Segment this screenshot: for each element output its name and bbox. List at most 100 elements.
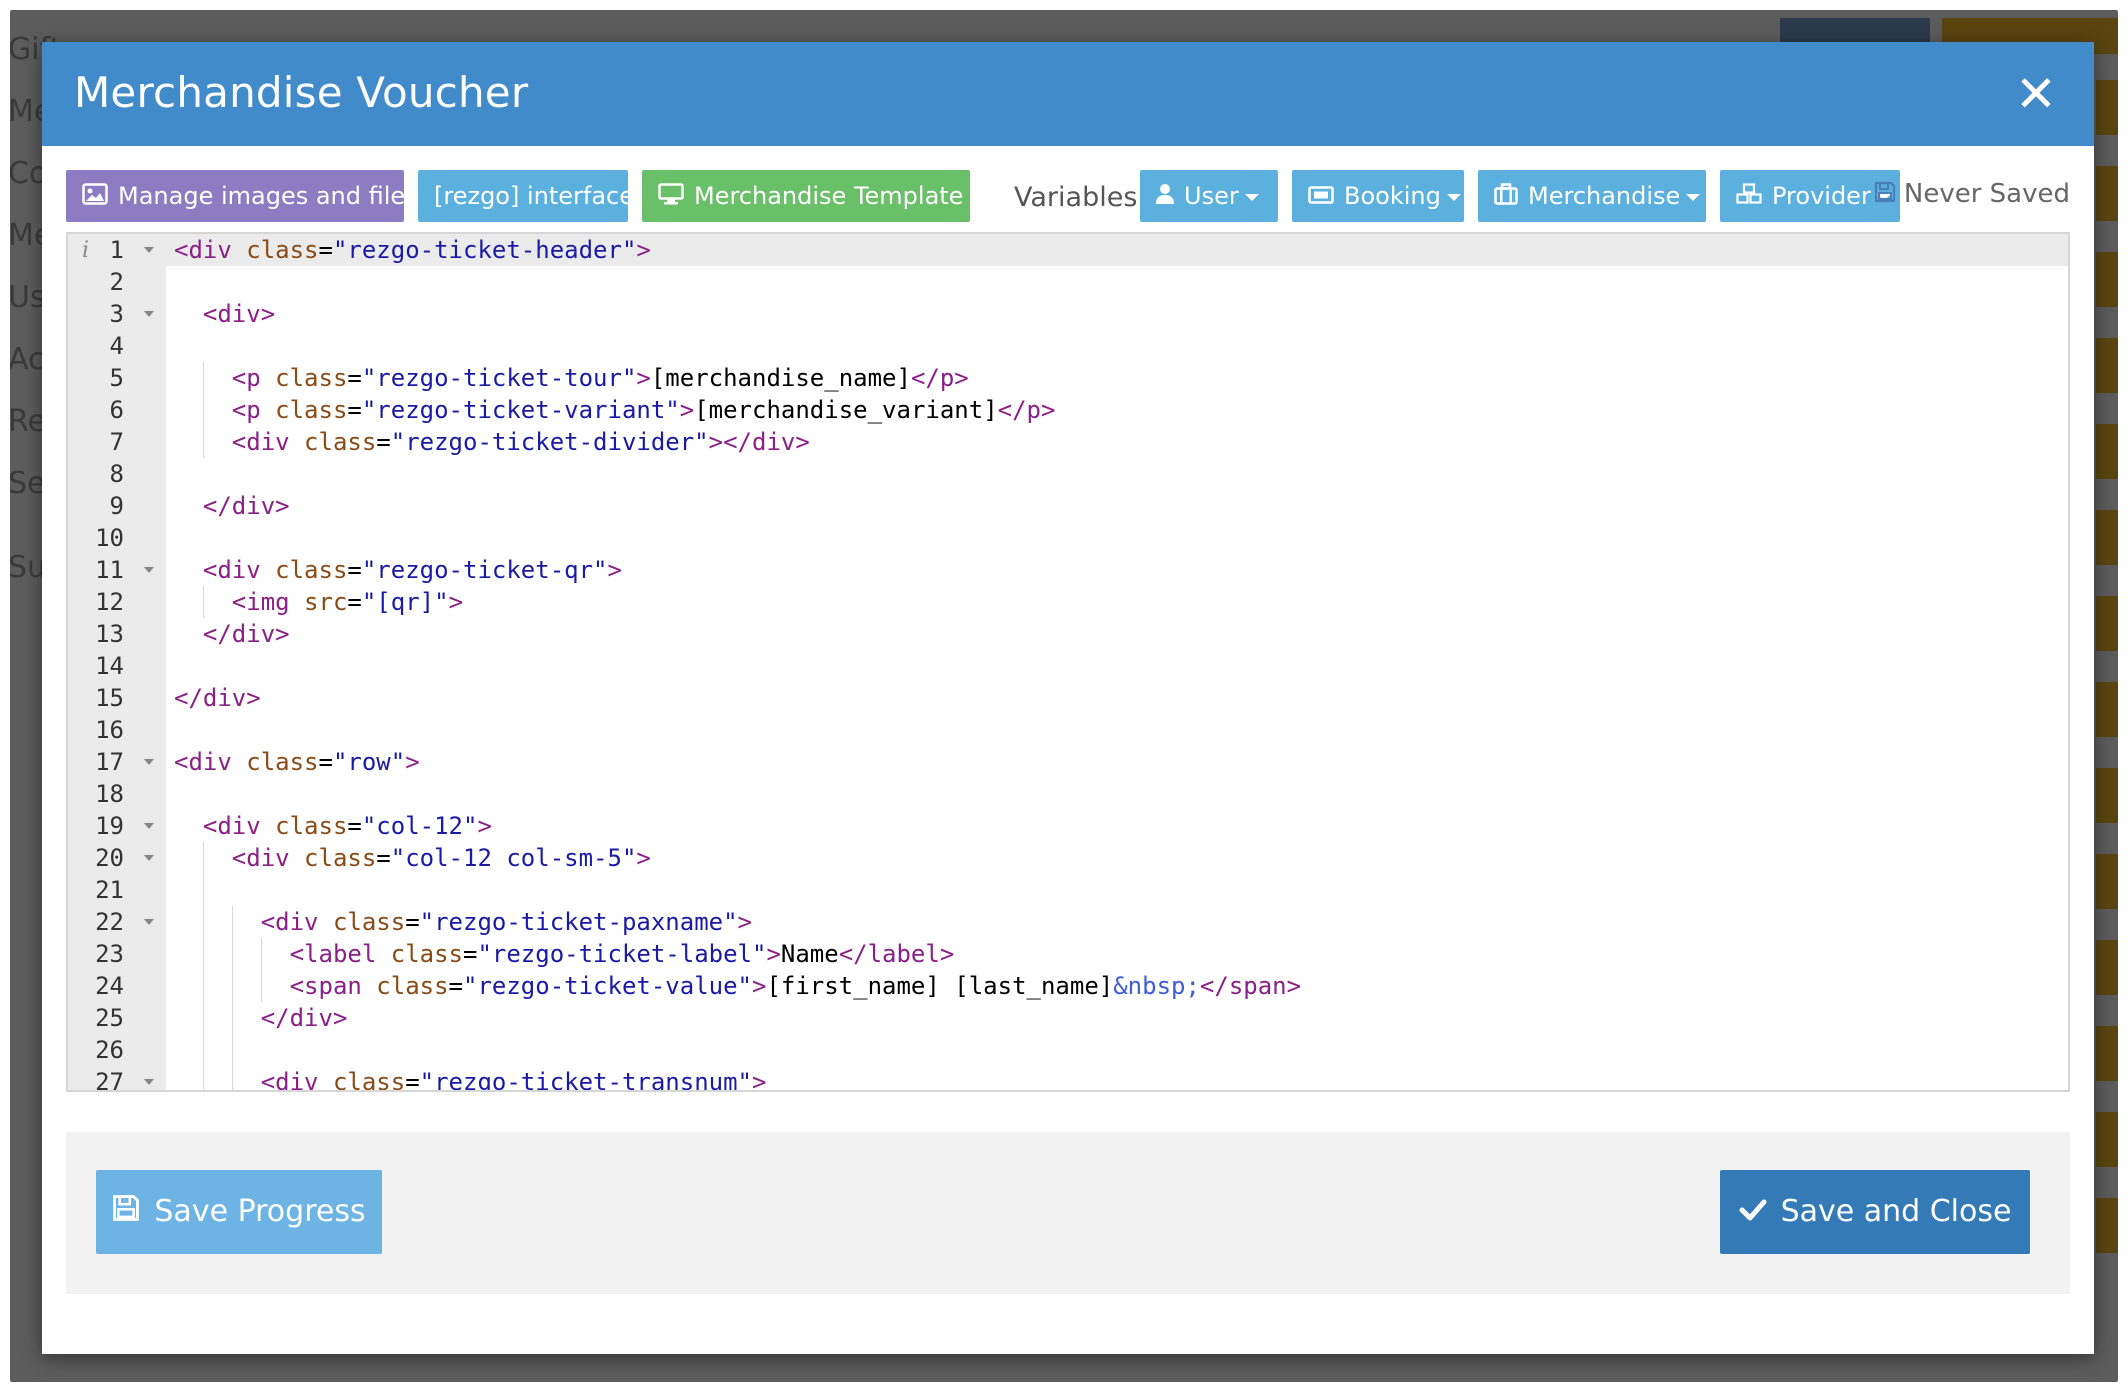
code-line[interactable]: [166, 330, 2068, 362]
variables-merchandise-dropdown[interactable]: Merchandise: [1478, 170, 1706, 222]
save-progress-label: Save Progress: [154, 1194, 366, 1229]
background-edit-button: [2096, 854, 2118, 909]
code-line[interactable]: [166, 874, 2068, 906]
line-number: 13: [68, 618, 166, 650]
code-token: =: [318, 236, 333, 264]
code-token: &nbsp;: [1113, 972, 1200, 1000]
code-content[interactable]: <div class="rezgo-ticket-header"> <div> …: [166, 234, 2068, 1092]
line-number: 4: [68, 330, 166, 362]
code-line[interactable]: <div class="col-12">: [166, 810, 2068, 842]
code-token: >: [679, 396, 695, 424]
fold-arrow-icon[interactable]: [144, 1079, 154, 1085]
code-line[interactable]: <div class="rezgo-ticket-paxname">: [166, 906, 2068, 938]
background-edit-button: [2096, 1112, 2118, 1167]
code-line[interactable]: </div>: [166, 1002, 2068, 1034]
code-line[interactable]: <div class="rezgo-ticket-header">: [166, 234, 2068, 266]
code-line[interactable]: <div>: [166, 298, 2068, 330]
fold-arrow-icon[interactable]: [144, 823, 154, 829]
background-edit-button: [2096, 768, 2118, 823]
line-number: 14: [68, 650, 166, 682]
code-line[interactable]: <p class="rezgo-ticket-variant">[merchan…: [166, 394, 2068, 426]
code-line[interactable]: [166, 266, 2068, 298]
indent-guide: [203, 1034, 204, 1066]
code-token: "col-12": [361, 812, 478, 840]
rezgo-interface-button[interactable]: [rezgo] interface: [418, 170, 634, 222]
code-line[interactable]: <div class="rezgo-ticket-transnum">: [166, 1066, 2068, 1092]
code-token: <div: [231, 428, 305, 456]
code-line[interactable]: [166, 714, 2068, 746]
briefcase-icon: [1494, 171, 1518, 223]
manage-images-label: Manage images and files: [118, 182, 418, 210]
code-line[interactable]: <div class="rezgo-ticket-qr">: [166, 554, 2068, 586]
background-edit-button: [2096, 940, 2118, 995]
fold-arrow-icon[interactable]: [144, 311, 154, 317]
code-line[interactable]: [166, 778, 2068, 810]
fold-arrow-icon[interactable]: [144, 759, 154, 765]
close-button[interactable]: ✕: [2006, 64, 2066, 124]
code-token: class: [275, 396, 348, 424]
line-number-text: 4: [109, 332, 124, 360]
code-token: "rezgo-ticket-paxname": [419, 908, 738, 936]
code-line[interactable]: <img src="[qr]">: [166, 586, 2068, 618]
code-line[interactable]: [166, 1034, 2068, 1066]
code-line[interactable]: <div class="rezgo-ticket-divider"></div>: [166, 426, 2068, 458]
fold-arrow-icon[interactable]: [144, 919, 154, 925]
line-number: 21: [68, 874, 166, 906]
background-edit-button: [2096, 166, 2118, 221]
indent-guide: [232, 1066, 233, 1090]
code-line[interactable]: [166, 458, 2068, 490]
variables-booking-dropdown[interactable]: Booking: [1292, 170, 1464, 222]
code-editor[interactable]: i 1 2 3 4 5 6 7 8 9 10 11 12 13 14 15 16 17 18 19 20 21 22 23 2…: [66, 232, 2070, 1092]
background-edit-button: [2096, 338, 2118, 393]
manage-images-button[interactable]: Manage images and files: [66, 170, 418, 223]
code-line[interactable]: [166, 522, 2068, 554]
save-and-close-button[interactable]: Save and Close: [1720, 1170, 2030, 1254]
editor-toolbar: Manage images and files [rezgo] interfac…: [66, 170, 2070, 224]
line-number-text: 20: [95, 844, 124, 872]
code-line[interactable]: </div>: [166, 490, 2068, 522]
code-token: class: [332, 908, 406, 936]
chevron-down-icon: [1244, 193, 1259, 201]
code-line[interactable]: <div class="col-12 col-sm-5">: [166, 842, 2068, 874]
save-progress-button[interactable]: Save Progress: [96, 1170, 382, 1254]
line-number: 3: [68, 298, 166, 330]
save-and-close-label: Save and Close: [1780, 1194, 2012, 1229]
user-icon: [1156, 171, 1174, 223]
chevron-down-icon: [1446, 193, 1461, 201]
indent-guide: [203, 394, 204, 426]
fold-arrow-icon[interactable]: [144, 855, 154, 861]
code-line[interactable]: <label class="rezgo-ticket-label">Name</…: [166, 938, 2068, 970]
code-token: >: [752, 1068, 767, 1092]
line-number-text: 15: [95, 684, 124, 712]
code-token: <div: [231, 844, 305, 872]
code-token: class: [376, 972, 449, 1000]
code-line[interactable]: </div>: [166, 682, 2068, 714]
floppy-disk-icon: [112, 1171, 140, 1255]
code-line[interactable]: <p class="rezgo-ticket-tour">[merchandis…: [166, 362, 2068, 394]
line-number: 15: [68, 682, 166, 714]
fold-arrow-icon[interactable]: [144, 567, 154, 573]
fold-arrow-icon[interactable]: [144, 247, 154, 253]
variables-user-dropdown[interactable]: User: [1140, 170, 1278, 222]
code-token: class: [275, 812, 348, 840]
image-icon: [82, 171, 108, 223]
indent-guide: [232, 970, 233, 1002]
line-number-text: 23: [95, 940, 124, 968]
code-line[interactable]: <div class="row">: [166, 746, 2068, 778]
background-edit-button: [2096, 80, 2118, 135]
code-line[interactable]: <span class="rezgo-ticket-value">[first_…: [166, 970, 2068, 1002]
code-token: <div: [202, 556, 276, 584]
line-number-text: 1: [109, 236, 124, 264]
merchandise-template-button[interactable]: Merchandise Template: [642, 170, 970, 222]
line-number: 16: [68, 714, 166, 746]
indent-guide: [203, 874, 204, 906]
code-line[interactable]: </div>: [166, 618, 2068, 650]
code-line[interactable]: [166, 650, 2068, 682]
background-edit-button: [2096, 1198, 2118, 1253]
chevron-down-icon: [1686, 193, 1701, 201]
